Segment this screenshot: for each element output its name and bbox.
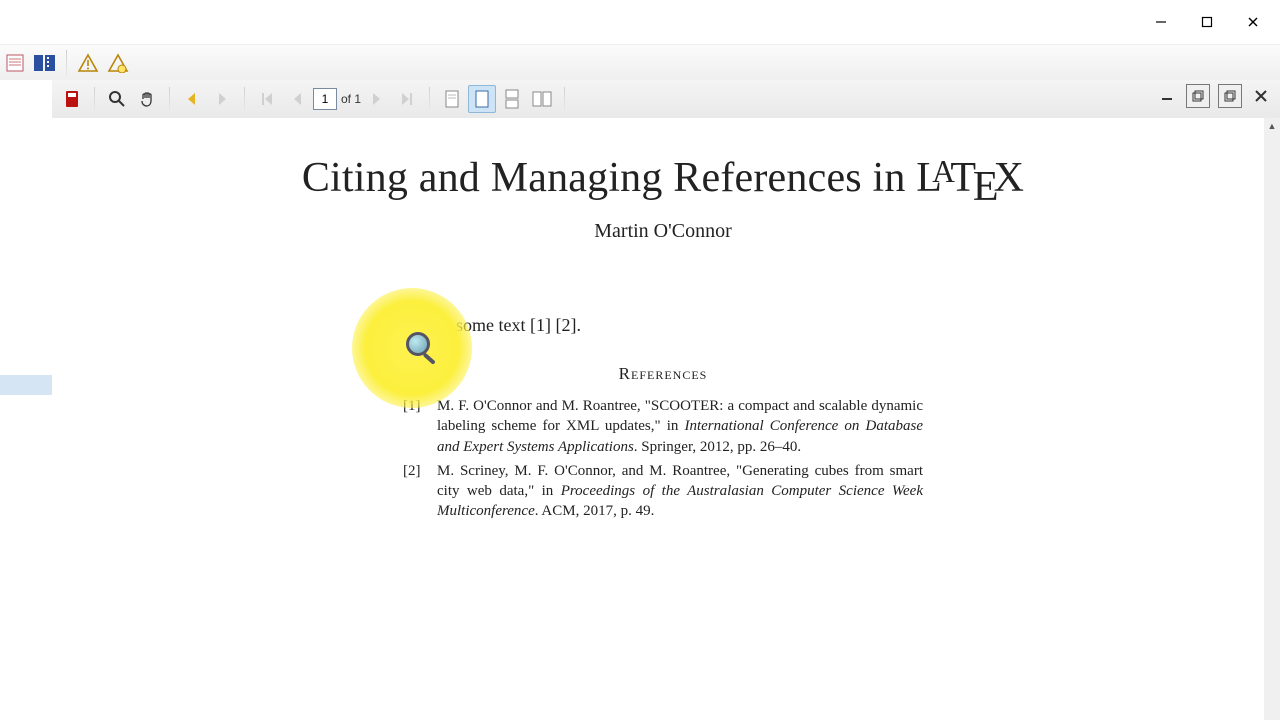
pdf-page: Citing and Managing References in LATEX …: [52, 118, 1264, 720]
left-panel-highlight: [0, 375, 52, 395]
pdf-icon[interactable]: [58, 85, 86, 113]
pdf-toolbar: of 1: [52, 80, 1280, 119]
page-number-input[interactable]: [313, 88, 337, 110]
minimize-button[interactable]: [1138, 6, 1184, 38]
pdf-restore-2-icon[interactable]: [1218, 84, 1242, 108]
hand-tool-icon[interactable]: [133, 85, 161, 113]
view-editor-icon[interactable]: [0, 49, 30, 77]
warning-1-icon[interactable]: [73, 49, 103, 77]
pdf-restore-1-icon[interactable]: [1186, 84, 1210, 108]
page-number-group: of 1: [313, 88, 361, 110]
ref-text: M. F. O'Connor and M. Roantree, "SCOOTER…: [437, 396, 923, 457]
app-window: of 1: [0, 0, 1280, 720]
ref-text: M. Scriney, M. F. O'Connor, and M. Roant…: [437, 461, 923, 522]
references-heading: References: [403, 363, 923, 386]
search-icon[interactable]: [103, 85, 131, 113]
pdf-minimize-icon[interactable]: [1156, 85, 1178, 107]
single-page-icon[interactable]: [468, 85, 496, 113]
intro-paragraph: This is some text [1] [2].: [403, 313, 923, 337]
pdf-viewer: of 1: [52, 80, 1280, 720]
content-row: of 1: [0, 80, 1280, 720]
latex-logo: LATEX: [916, 155, 1024, 201]
last-page-icon[interactable]: [393, 85, 421, 113]
prev-page-icon[interactable]: [283, 85, 311, 113]
warning-2-icon[interactable]: [103, 49, 133, 77]
main-toolbar: [0, 45, 1280, 82]
view-split-icon[interactable]: [30, 49, 60, 77]
first-page-icon[interactable]: [253, 85, 281, 113]
pdf-close-icon[interactable]: [1250, 85, 1272, 107]
nav-forward-icon[interactable]: [208, 85, 236, 113]
ref-num: [2]: [403, 461, 429, 522]
scroll-up-icon[interactable]: ▲: [1264, 118, 1280, 134]
pdf-window-controls: [1156, 84, 1272, 108]
next-page-icon[interactable]: [363, 85, 391, 113]
document: Citing and Managing References in LATEX …: [52, 118, 1264, 522]
nav-back-icon[interactable]: [178, 85, 206, 113]
doc-author: Martin O'Connor: [142, 220, 1184, 243]
facing-page-icon[interactable]: [528, 85, 556, 113]
page-of-label: of 1: [341, 92, 361, 106]
ref-num: [1]: [403, 396, 429, 457]
titlebar: [0, 0, 1280, 45]
doc-title: Citing and Managing References in LATEX: [142, 154, 1184, 202]
maximize-button[interactable]: [1184, 6, 1230, 38]
reference-item: [1] M. F. O'Connor and M. Roantree, "SCO…: [403, 396, 923, 457]
title-prefix: Citing and Managing References in: [302, 155, 916, 201]
left-panel: [0, 80, 53, 720]
reference-item: [2] M. Scriney, M. F. O'Connor, and M. R…: [403, 461, 923, 522]
fit-page-icon[interactable]: [438, 85, 466, 113]
close-button[interactable]: [1230, 6, 1276, 38]
references-list: [1] M. F. O'Connor and M. Roantree, "SCO…: [403, 396, 923, 522]
continuous-page-icon[interactable]: [498, 85, 526, 113]
vertical-scrollbar[interactable]: ▲: [1263, 118, 1280, 720]
